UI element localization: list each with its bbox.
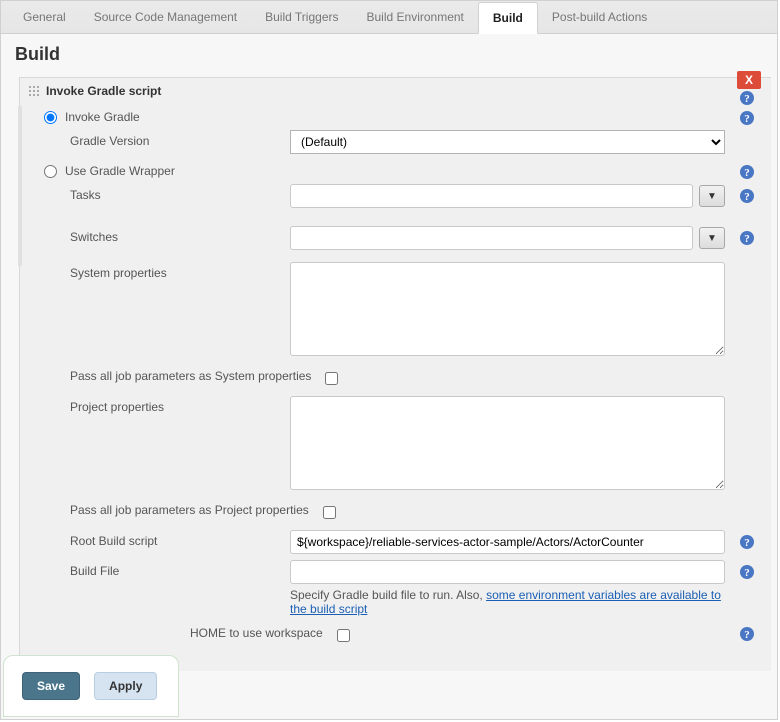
- build-file-hint-text: Specify Gradle build file to run. Also,: [290, 588, 486, 602]
- build-file-hint: Specify Gradle build file to run. Also, …: [290, 584, 725, 616]
- tasks-expand-button[interactable]: ▼: [699, 185, 725, 207]
- gradle-version-label: Gradle Version: [30, 130, 290, 148]
- use-gradle-wrapper-label: Use Gradle Wrapper: [65, 164, 175, 178]
- use-gradle-wrapper-radio[interactable]: [44, 165, 57, 178]
- help-icon[interactable]: ?: [739, 626, 755, 642]
- project-properties-label: Project properties: [30, 396, 290, 414]
- help-icon[interactable]: ?: [739, 230, 755, 246]
- project-properties-textarea[interactable]: [290, 396, 725, 490]
- pass-system-props-label: Pass all job parameters as System proper…: [30, 365, 321, 383]
- tasks-input[interactable]: [290, 184, 693, 208]
- invoke-gradle-radio[interactable]: [44, 111, 57, 124]
- tab-build[interactable]: Build: [478, 2, 538, 34]
- delete-build-step-button[interactable]: X: [737, 71, 761, 89]
- svg-text:?: ?: [744, 167, 750, 179]
- force-home-label: HOME to use workspace: [30, 622, 333, 640]
- root-build-script-label: Root Build script: [30, 530, 290, 548]
- root-build-script-input[interactable]: [290, 530, 725, 554]
- tab-general[interactable]: General: [9, 2, 80, 32]
- pass-system-props-checkbox[interactable]: [325, 372, 338, 385]
- page-title: Build: [15, 44, 777, 65]
- help-icon[interactable]: ?: [739, 564, 755, 580]
- svg-text:?: ?: [744, 113, 750, 125]
- invoke-gradle-label: Invoke Gradle: [65, 110, 140, 124]
- tasks-label: Tasks: [30, 184, 290, 202]
- tab-scm[interactable]: Source Code Management: [80, 2, 251, 32]
- switches-expand-button[interactable]: ▼: [699, 227, 725, 249]
- apply-button[interactable]: Apply: [94, 672, 157, 700]
- force-home-checkbox[interactable]: [337, 629, 350, 642]
- svg-text:?: ?: [744, 233, 750, 245]
- help-icon[interactable]: ?: [739, 90, 755, 106]
- gradle-version-select[interactable]: (Default): [290, 130, 725, 154]
- tab-triggers[interactable]: Build Triggers: [251, 2, 352, 32]
- drag-grip-icon[interactable]: [28, 85, 40, 97]
- help-icon[interactable]: ?: [739, 110, 755, 126]
- switches-label: Switches: [30, 226, 290, 244]
- config-tabbar: General Source Code Management Build Tri…: [1, 1, 777, 34]
- pass-project-props-checkbox[interactable]: [323, 506, 336, 519]
- save-button[interactable]: Save: [22, 672, 80, 700]
- svg-text:?: ?: [744, 567, 750, 579]
- tab-environment[interactable]: Build Environment: [353, 2, 478, 32]
- switches-input[interactable]: [290, 226, 693, 250]
- pass-project-props-label: Pass all job parameters as Project prope…: [30, 499, 319, 517]
- build-file-input[interactable]: [290, 560, 725, 584]
- system-properties-textarea[interactable]: [290, 262, 725, 356]
- save-apply-bar: Save Apply: [3, 655, 179, 717]
- tab-postbuild[interactable]: Post-build Actions: [538, 2, 661, 32]
- svg-text:?: ?: [744, 191, 750, 203]
- build-step-title: Invoke Gradle script: [46, 84, 161, 98]
- build-step-section: X ? Invoke Gradle script Invoke Gradle ?: [19, 77, 771, 671]
- section-grip-bar[interactable]: [18, 106, 22, 266]
- svg-text:?: ?: [744, 93, 750, 105]
- system-properties-label: System properties: [30, 262, 290, 280]
- help-icon[interactable]: ?: [739, 164, 755, 180]
- build-file-label: Build File: [30, 560, 290, 578]
- svg-text:?: ?: [744, 629, 750, 641]
- help-icon[interactable]: ?: [739, 534, 755, 550]
- svg-text:?: ?: [744, 537, 750, 549]
- help-icon[interactable]: ?: [739, 188, 755, 204]
